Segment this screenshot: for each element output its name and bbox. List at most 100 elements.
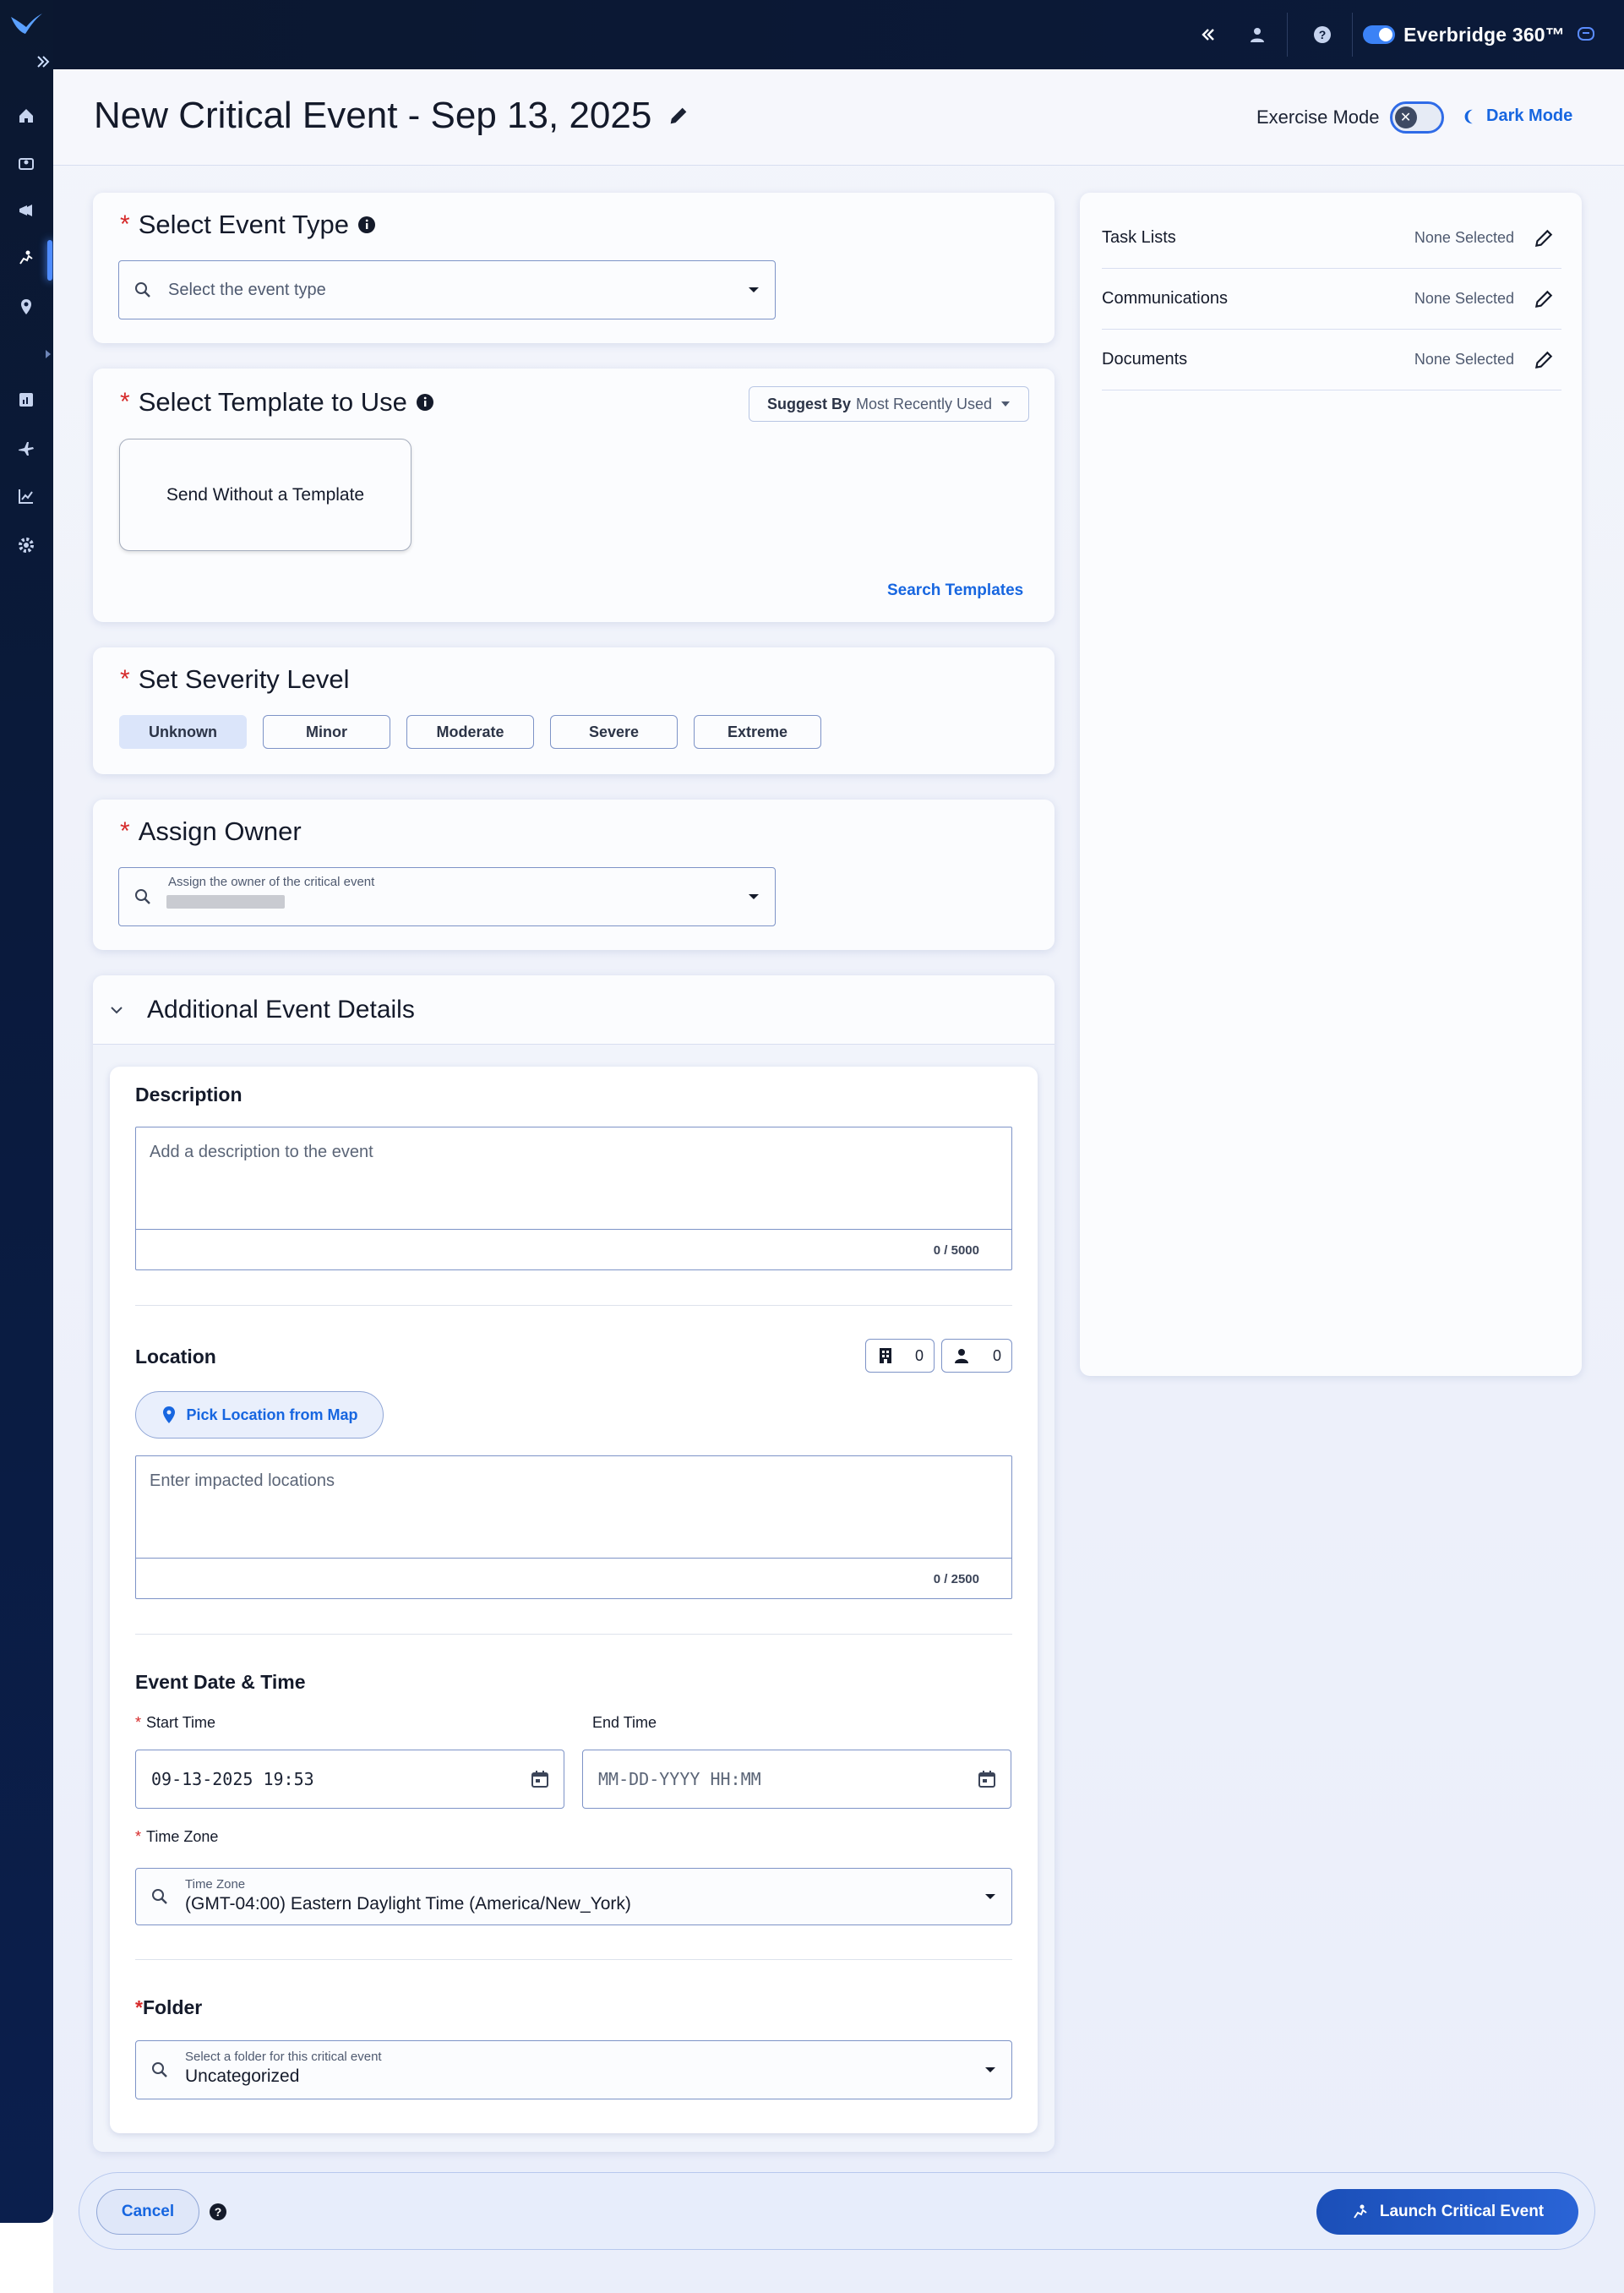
launch-critical-event-button[interactable]: Launch Critical Event (1316, 2189, 1578, 2235)
search-icon (135, 889, 150, 904)
search-templates-link[interactable]: Search Templates (887, 581, 1023, 600)
start-time-input[interactable]: 09-13-2025 19:53 (135, 1750, 564, 1809)
folder-select[interactable]: Select a folder for this critical event … (135, 2040, 1012, 2099)
info-icon[interactable] (357, 216, 376, 234)
severity-minor-button[interactable]: Minor (263, 715, 390, 749)
home-icon[interactable] (15, 105, 37, 127)
cancel-button[interactable]: Cancel (96, 2189, 199, 2235)
required-asterisk: * (120, 665, 130, 693)
additional-details-header[interactable]: Additional Event Details (93, 975, 1055, 1045)
info-icon[interactable] (416, 393, 434, 412)
dark-mode-button[interactable]: Dark Mode (1461, 106, 1572, 126)
help-question-icon[interactable]: ? (1298, 0, 1347, 69)
brand-name: Everbridge 360™ (1403, 23, 1565, 46)
end-time-input[interactable]: MM-DD-YYYY HH:MM (582, 1750, 1011, 1809)
user-profile-icon[interactable] (1233, 0, 1282, 69)
reports-icon[interactable] (15, 389, 37, 411)
owner-title: * Assign Owner (120, 816, 302, 847)
pick-location-label: Pick Location from Map (186, 1406, 358, 1423)
moon-icon (1464, 109, 1473, 123)
caret-down-icon (985, 1894, 995, 1899)
people-counter[interactable]: 0 (941, 1339, 1012, 1373)
event-type-card: * Select Event Type Select the event typ… (93, 193, 1055, 343)
submenu-arrow-icon[interactable] (44, 348, 52, 360)
folder-value: Uncategorized (185, 2066, 300, 2086)
caret-down-icon (749, 894, 759, 899)
severity-severe-button[interactable]: Severe (550, 715, 678, 749)
map-pin-icon (163, 1406, 176, 1423)
required-asterisk: * (120, 210, 130, 238)
chevron-down-icon (111, 1007, 123, 1014)
exercise-mode-toggle[interactable]: ✕ (1389, 101, 1444, 134)
start-time-label: * Start Time (135, 1714, 216, 1731)
launch-label: Launch Critical Event (1379, 2203, 1545, 2220)
template-title: * Select Template to Use (120, 387, 434, 418)
critical-event-icon[interactable] (15, 247, 37, 269)
description-label: Description (135, 1084, 243, 1106)
edit-pencil-icon[interactable] (1533, 227, 1555, 249)
page-title: New Critical Event - Sep 13, 2025 (94, 95, 690, 137)
locations-placeholder: Enter impacted locations (150, 1471, 335, 1490)
locations-textarea[interactable]: Enter impacted locations 0 / 2500 (135, 1455, 1012, 1599)
start-time-value: 09-13-2025 19:53 (151, 1769, 314, 1789)
task-lists-value: None Selected (1414, 229, 1514, 246)
search-icon (135, 282, 150, 298)
top-bar: ? Everbridge 360™ (53, 0, 1624, 69)
location-pin-icon[interactable] (15, 296, 37, 318)
chat-icon[interactable] (1577, 25, 1595, 44)
severity-title-text: Set Severity Level (138, 664, 350, 694)
settings-gear-icon[interactable] (15, 534, 37, 556)
description-textarea[interactable]: Add a description to the event 0 / 5000 (135, 1127, 1012, 1270)
suggest-by-dropdown[interactable]: Suggest By Most Recently Used (749, 386, 1029, 422)
calendar-icon[interactable] (977, 1769, 997, 1789)
help-question-icon[interactable]: ? (208, 2202, 228, 2222)
severity-extreme-button[interactable]: Extreme (694, 715, 821, 749)
edit-title-pencil-icon[interactable] (667, 104, 690, 128)
buildings-counter[interactable]: 0 (865, 1339, 935, 1373)
page-header: New Critical Event - Sep 13, 2025 Exerci… (53, 69, 1624, 166)
close-x-icon: ✕ (1394, 106, 1417, 128)
communications-value: None Selected (1414, 290, 1514, 307)
time-zone-float-label: Time Zone (185, 1877, 246, 1892)
travel-icon[interactable] (15, 438, 37, 460)
section-divider (135, 1305, 1012, 1306)
expand-nav-icon[interactable] (34, 52, 52, 71)
svg-text:?: ? (1319, 28, 1327, 41)
topbar-divider (1352, 13, 1354, 57)
product-switch-toggle[interactable] (1363, 25, 1396, 44)
time-zone-value: (GMT-04:00) Eastern Daylight Time (Ameri… (185, 1894, 631, 1914)
owner-select[interactable]: Assign the owner of the critical event (118, 867, 776, 926)
communications-row: Communications None Selected (1102, 269, 1561, 330)
edit-pencil-icon[interactable] (1533, 349, 1555, 371)
required-asterisk: * (120, 388, 130, 416)
event-type-select[interactable]: Select the event type (118, 260, 776, 319)
collapse-double-chevron-icon[interactable] (1184, 0, 1233, 69)
caret-down-icon (749, 287, 759, 292)
megaphone-icon[interactable] (15, 199, 37, 221)
location-label: Location (135, 1346, 216, 1368)
end-time-placeholder: MM-DD-YYYY HH:MM (598, 1769, 761, 1789)
severity-unknown-button[interactable]: Unknown (119, 715, 247, 749)
topbar-divider (1287, 13, 1289, 57)
svg-text:?: ? (215, 2205, 222, 2219)
time-zone-select[interactable]: Time Zone (GMT-04:00) Eastern Daylight T… (135, 1868, 1012, 1925)
people-count: 0 (992, 1346, 1001, 1364)
analytics-icon[interactable] (15, 485, 37, 507)
edit-pencil-icon[interactable] (1533, 288, 1555, 310)
search-icon (152, 1889, 167, 1904)
send-without-template-tile[interactable]: Send Without a Template (119, 439, 411, 551)
search-icon (152, 2062, 167, 2077)
end-time-label: End Time (592, 1714, 657, 1731)
folder-label: *Folder (135, 1996, 203, 2018)
start-time-label-text: Start Time (146, 1714, 216, 1731)
event-type-placeholder: Select the event type (168, 280, 326, 299)
description-footer (136, 1229, 1011, 1269)
calendar-icon[interactable] (530, 1769, 550, 1789)
event-type-title: * Select Event Type (120, 210, 376, 240)
severity-moderate-button[interactable]: Moderate (406, 715, 534, 749)
everbridge-logo-icon[interactable] (8, 10, 44, 39)
description-placeholder: Add a description to the event (150, 1143, 373, 1161)
pick-location-from-map-button[interactable]: Pick Location from Map (135, 1391, 384, 1439)
map-people-icon[interactable] (15, 152, 37, 174)
owner-card: * Assign Owner Assign the owner of the c… (93, 800, 1055, 950)
